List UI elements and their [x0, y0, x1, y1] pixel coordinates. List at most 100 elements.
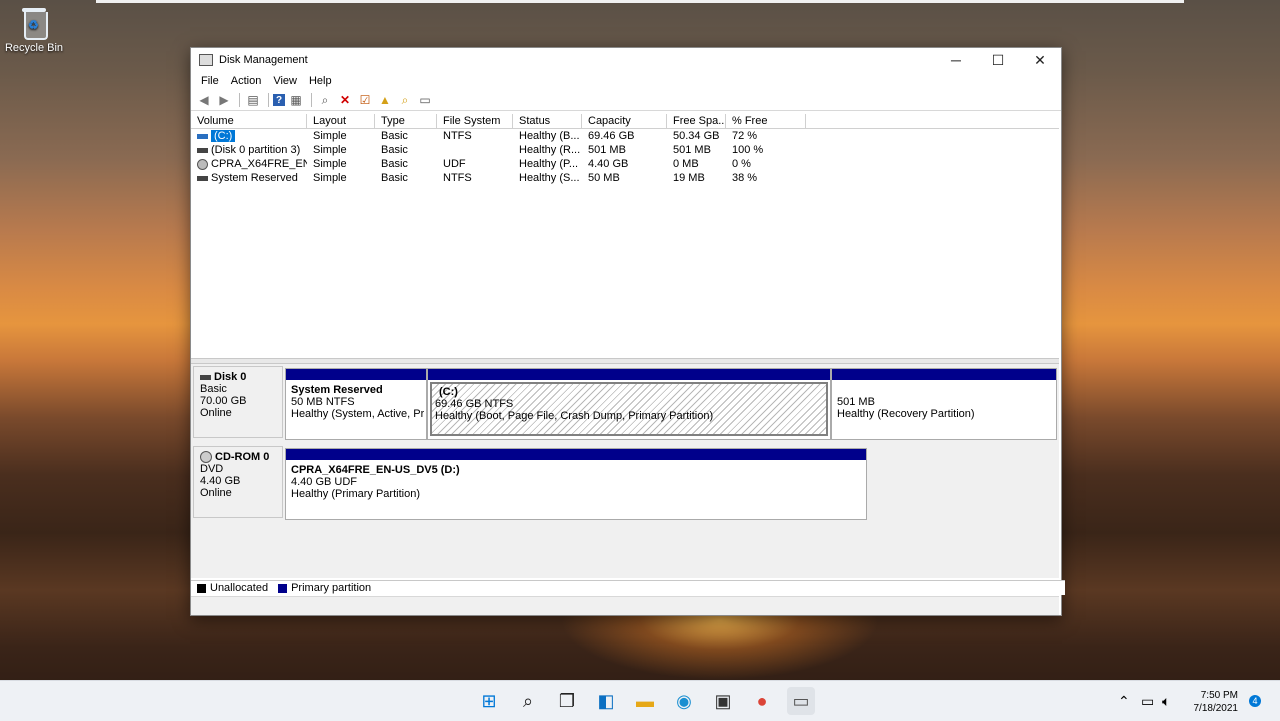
- disk-state: Online: [200, 487, 232, 500]
- help-icon[interactable]: ?: [273, 94, 285, 106]
- partition-cdrom-d[interactable]: CPRA_X64FRE_EN-US_DV5 (D:) 4.40 GB UDF H…: [285, 448, 867, 520]
- cell-percent-free: 0 %: [732, 158, 751, 170]
- cell-layout: Simple: [313, 158, 347, 170]
- cell-free-space: 50.34 GB: [673, 130, 720, 142]
- cell-percent-free: 100 %: [732, 144, 764, 156]
- back-arrow-icon[interactable]: ◀: [195, 92, 213, 108]
- cdrom-0-info[interactable]: CD-ROM 0 DVD 4.40 GB Online: [193, 446, 283, 518]
- cd-drive-icon: [200, 451, 212, 464]
- partition-name: System Reserved: [291, 384, 383, 396]
- title-bar[interactable]: Disk Management ─ ☐ ✕: [191, 48, 1061, 72]
- hard-disk-icon: [200, 374, 211, 380]
- partition-size: 501 MB: [837, 396, 875, 408]
- partition-status: Healthy (Recovery Partition): [837, 408, 975, 420]
- col-file-system[interactable]: File System: [437, 114, 513, 128]
- store-icon[interactable]: ▣: [709, 687, 737, 715]
- maximize-button[interactable]: ☐: [977, 48, 1019, 72]
- cell-layout: Simple: [313, 130, 347, 142]
- search-icon[interactable]: ⌕: [514, 687, 542, 715]
- disk-management-taskbar-icon[interactable]: ▭: [787, 687, 815, 715]
- partition-size: 50 MB NTFS: [291, 396, 355, 408]
- col-status[interactable]: Status: [513, 114, 582, 128]
- legend: Unallocated Primary partition: [191, 580, 1065, 595]
- delete-icon[interactable]: ✕: [336, 92, 354, 108]
- file-explorer-icon[interactable]: ▬: [631, 687, 659, 715]
- cell-percent-free: 72 %: [732, 130, 758, 142]
- volume-name: CPRA_X64FRE_EN-...: [211, 158, 307, 170]
- col-percent-free[interactable]: % Free: [726, 114, 806, 128]
- clock-date: 7/18/2021: [1193, 703, 1239, 714]
- partition-status: Healthy (System, Active, Pri: [291, 408, 424, 420]
- forward-arrow-icon[interactable]: ▶: [215, 92, 233, 108]
- volume-icon: [197, 175, 208, 181]
- edge-browser-icon[interactable]: ◉: [670, 687, 698, 715]
- partition-recovery[interactable]: 501 MB Healthy (Recovery Partition): [831, 368, 1057, 440]
- primary-partition-bar: [286, 449, 866, 460]
- disk-graph-pane: Disk 0 Basic 70.00 GB Online System Rese…: [191, 364, 1059, 578]
- console-tree-icon[interactable]: ▤: [244, 92, 262, 108]
- start-windows-icon[interactable]: ⊞: [475, 687, 503, 715]
- check-icon[interactable]: ☑: [356, 92, 374, 108]
- menu-view[interactable]: View: [267, 75, 303, 87]
- unallocated-swatch: [197, 583, 206, 593]
- connect-icon[interactable]: ⌕: [316, 92, 334, 108]
- minimize-button[interactable]: ─: [935, 48, 977, 72]
- col-free-space[interactable]: Free Spa...: [667, 114, 726, 128]
- volume-name: (C:): [211, 130, 236, 142]
- partition-name: [837, 384, 1051, 396]
- view-icon[interactable]: ▭: [416, 92, 434, 108]
- partition-status: Healthy (Primary Partition): [291, 488, 420, 500]
- cell-type: Basic: [381, 130, 408, 142]
- col-volume[interactable]: Volume: [191, 114, 307, 128]
- cell-capacity: 4.40 GB: [588, 158, 629, 170]
- menu-help[interactable]: Help: [303, 75, 338, 87]
- up-folder-icon[interactable]: ▲: [376, 92, 394, 108]
- col-layout[interactable]: Layout: [307, 114, 375, 128]
- clock-time: 7:50 PM: [1200, 690, 1238, 701]
- table-row[interactable]: (Disk 0 partition 3) Simple Basic Health…: [191, 143, 1059, 157]
- cell-free-space: 19 MB: [673, 172, 705, 184]
- volume-name: (Disk 0 partition 3): [211, 144, 301, 156]
- disk-management-app-icon: [199, 54, 213, 66]
- search-folder-icon[interactable]: ⌕: [396, 92, 414, 108]
- cell-status: Healthy (R...: [519, 144, 581, 156]
- task-view-icon[interactable]: ❐: [553, 687, 581, 715]
- close-button[interactable]: ✕: [1019, 48, 1061, 72]
- disk-0-info[interactable]: Disk 0 Basic 70.00 GB Online: [193, 366, 283, 438]
- cell-file-system: NTFS: [443, 130, 472, 142]
- recycle-bin[interactable]: ♻ Recycle Bin: [4, 6, 64, 54]
- table-row[interactable]: (C:) Simple Basic NTFS Healthy (B... 69.…: [191, 129, 1059, 143]
- primary-partition-bar: [832, 369, 1056, 380]
- volume-icon[interactable]: 🔈︎: [1162, 681, 1170, 721]
- legend-primary: Primary partition: [291, 582, 372, 594]
- clock[interactable]: 7:50 PM 7/18/2021: [1188, 689, 1239, 715]
- chrome-icon[interactable]: ●: [748, 687, 776, 715]
- cell-status: Healthy (S...: [519, 172, 580, 184]
- menu-file[interactable]: File: [195, 75, 225, 87]
- table-row[interactable]: CPRA_X64FRE_EN-... Simple Basic UDF Heal…: [191, 157, 1059, 171]
- tray-chevron-up-icon[interactable]: ⌃: [1118, 681, 1130, 721]
- legend-unallocated: Unallocated: [210, 582, 269, 594]
- col-type[interactable]: Type: [375, 114, 437, 128]
- notification-badge[interactable]: 4: [1249, 695, 1261, 707]
- widgets-icon[interactable]: ◧: [592, 687, 620, 715]
- cell-type: Basic: [381, 144, 408, 156]
- disk-kind: DVD: [200, 463, 224, 476]
- network-icon[interactable]: ▭: [1141, 681, 1154, 721]
- primary-partition-bar: [286, 369, 426, 380]
- cell-capacity: 69.46 GB: [588, 130, 635, 142]
- disk-kind: Basic: [200, 383, 227, 395]
- cell-free-space: 0 MB: [673, 158, 699, 170]
- table-row[interactable]: System Reserved Simple Basic NTFS Health…: [191, 171, 1059, 185]
- menu-action[interactable]: Action: [225, 75, 268, 87]
- disk-0-row: Disk 0 Basic 70.00 GB Online System Rese…: [191, 364, 1059, 440]
- col-capacity[interactable]: Capacity: [582, 114, 667, 128]
- disk-size: 70.00 GB: [200, 395, 247, 407]
- partition-c[interactable]: (C:) 69.46 GB NTFS Healthy (Boot, Page F…: [427, 368, 831, 440]
- properties-icon[interactable]: ▦: [287, 92, 305, 108]
- partition-system-reserved[interactable]: System Reserved 50 MB NTFS Healthy (Syst…: [285, 368, 427, 440]
- cell-status: Healthy (P...: [519, 158, 579, 170]
- cell-capacity: 50 MB: [588, 172, 620, 184]
- primary-partition-bar: [428, 369, 830, 380]
- cell-layout: Simple: [313, 144, 347, 156]
